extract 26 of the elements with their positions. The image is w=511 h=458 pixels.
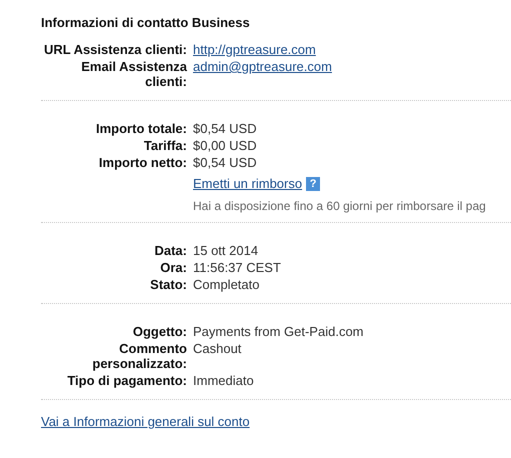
- field-label: URL Assistenza clienti:: [42, 42, 187, 57]
- field-label: Commento personalizzato:: [91, 341, 187, 371]
- field-value: $0,54 USD: [193, 155, 257, 170]
- field-label: Ora:: [159, 260, 187, 275]
- field-value: Immediato: [193, 373, 254, 388]
- field-link[interactable]: http://gptreasure.com: [193, 42, 316, 57]
- field-label: Tipo di pagamento:: [66, 373, 187, 388]
- field-label: Importo netto:: [98, 155, 187, 170]
- refund-link[interactable]: Emetti un rimborso: [193, 176, 302, 191]
- refund-note: Hai a disposizione fino a 60 giorni per rimborsare il pag: [193, 199, 487, 213]
- field-link[interactable]: admin@gptreasure.com: [193, 59, 332, 89]
- section-title: Informazioni di contatto Business: [41, 15, 251, 30]
- field-label: Oggetto:: [132, 324, 187, 339]
- field-value: $0,00 USD: [193, 138, 257, 153]
- account-overview-link[interactable]: Vai a Informazioni generali sul conto: [41, 414, 250, 429]
- field-label: Tariffa:: [142, 138, 187, 153]
- field-value: Completato: [193, 277, 260, 292]
- field-label: Importo totale:: [95, 121, 187, 136]
- field-value: $0,54 USD: [193, 121, 257, 136]
- field-value: Cashout: [193, 341, 242, 358]
- field-label: Stato:: [149, 277, 187, 292]
- field-label: Data:: [153, 243, 187, 258]
- field-value: 11:56:37 CEST: [193, 260, 281, 275]
- field-value: 15 ott 2014: [193, 243, 258, 258]
- field-value: Payments from Get-Paid.com: [193, 324, 364, 339]
- field-label: Email Assistenza clienti:: [80, 59, 187, 89]
